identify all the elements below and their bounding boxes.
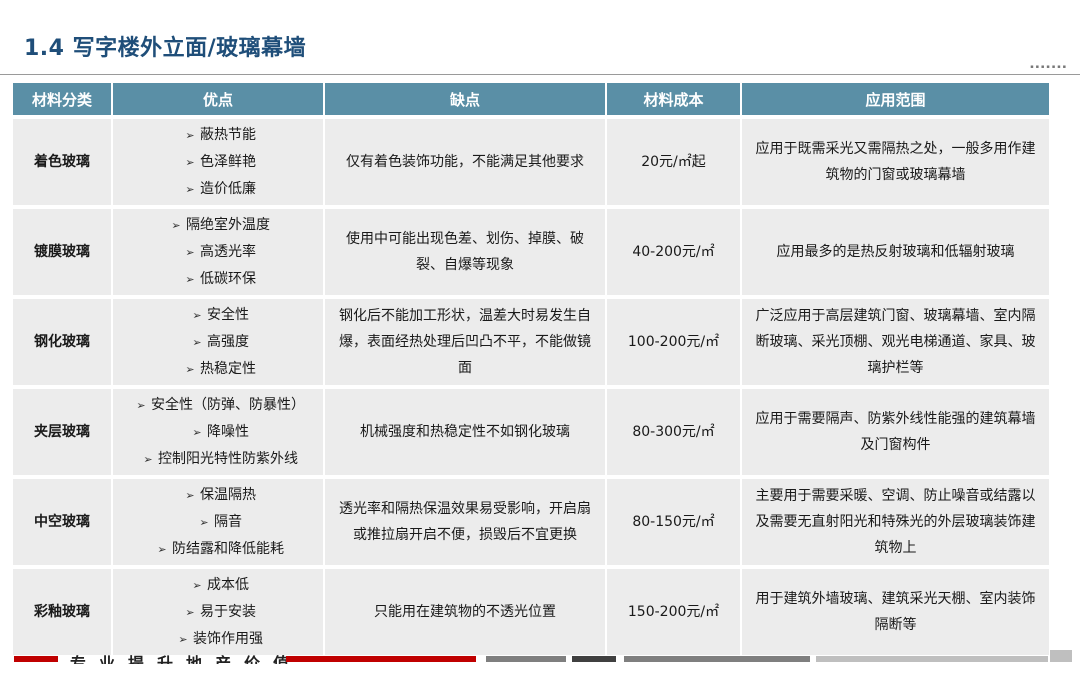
footer-gray-bar	[624, 656, 810, 662]
arrow-bullet-icon: ➢	[171, 218, 181, 232]
header-cost: 材料成本	[607, 83, 742, 115]
row-pros: ➢ 成本低 ➢ 易于安装 ➢ 装饰作用强	[113, 565, 325, 655]
pro-item: ➢ 蔽热节能	[123, 122, 313, 149]
footer-red-bar-left	[14, 656, 58, 662]
pro-item: ➢ 安全性（防弹、防暴性）	[123, 392, 313, 419]
pro-item: ➢ 高透光率	[123, 239, 313, 266]
arrow-bullet-icon: ➢	[185, 155, 195, 169]
page-title: 1.4 写字楼外立面/玻璃幕墙	[24, 36, 307, 61]
footer-red-bar	[286, 656, 476, 662]
arrow-bullet-icon: ➢	[143, 452, 153, 466]
row-cost: 150-200元/㎡	[607, 565, 742, 655]
header-cons: 缺点	[325, 83, 607, 115]
row-category: 钢化玻璃	[13, 295, 113, 385]
row-category: 镀膜玻璃	[13, 205, 113, 295]
pro-item: ➢ 高强度	[123, 329, 313, 356]
row-cost: 80-300元/㎡	[607, 385, 742, 475]
row-scope: 用于建筑外墙玻璃、建筑采光天棚、室内装饰隔断等	[742, 565, 1049, 655]
footer-gray-bar	[486, 656, 566, 662]
row-cost: 100-200元/㎡	[607, 295, 742, 385]
row-cons: 只能用在建筑物的不透光位置	[325, 565, 607, 655]
arrow-bullet-icon: ➢	[185, 488, 195, 502]
row-scope: 应用于既需采光又需隔热之处，一般多用作建筑物的门窗或玻璃幕墙	[742, 115, 1049, 205]
arrow-bullet-icon: ➢	[185, 245, 195, 259]
table-row: 着色玻璃 ➢ 蔽热节能 ➢ 色泽鲜艳 ➢ 造价低廉 仅有着色装饰功能，不能满足其他要求…	[13, 115, 1049, 205]
header-category: 材料分类	[13, 83, 113, 115]
pro-item: ➢ 低碳环保	[123, 266, 313, 293]
arrow-bullet-icon: ➢	[199, 515, 209, 529]
arrow-bullet-icon: ➢	[192, 425, 202, 439]
corner-watermark: ▪▪▪▪▪▪▪	[1030, 64, 1068, 70]
pro-item: ➢ 降噪性	[123, 419, 313, 446]
footer-light-bar	[816, 656, 1048, 662]
table-header-row: 材料分类 优点 缺点 材料成本 应用范围	[13, 83, 1049, 115]
pro-item: ➢ 成本低	[123, 572, 313, 599]
table-row: 彩釉玻璃 ➢ 成本低 ➢ 易于安装 ➢ 装饰作用强 只能用在建筑物的不透光位置 150…	[13, 565, 1049, 655]
table-row: 夹层玻璃 ➢ 安全性（防弹、防暴性） ➢ 降噪性 ➢ 控制阳光特性防紫外线 机械强度和…	[13, 385, 1049, 475]
arrow-bullet-icon: ➢	[192, 308, 202, 322]
row-cost: 80-150元/㎡	[607, 475, 742, 565]
row-category: 夹层玻璃	[13, 385, 113, 475]
pro-item: ➢ 隔绝室外温度	[123, 212, 313, 239]
arrow-bullet-icon: ➢	[185, 128, 195, 142]
row-cons: 钢化后不能加工形状，温差大时易发生自爆，表面经热处理后凹凸不平，不能做镜面	[325, 295, 607, 385]
pro-item: ➢ 色泽鲜艳	[123, 149, 313, 176]
header-pros: 优点	[113, 83, 325, 115]
table-row: 钢化玻璃 ➢ 安全性 ➢ 高强度 ➢ 热稳定性 钢化后不能加工形状，温差大时易发生自爆…	[13, 295, 1049, 385]
pro-item: ➢ 安全性	[123, 302, 313, 329]
pro-item: ➢ 控制阳光特性防紫外线	[123, 446, 313, 473]
arrow-bullet-icon: ➢	[185, 605, 195, 619]
row-cons: 透光率和隔热保温效果易受影响，开启扇或推拉扇开启不便，损毁后不宜更换	[325, 475, 607, 565]
arrow-bullet-icon: ➢	[185, 362, 195, 376]
pro-item: ➢ 热稳定性	[123, 356, 313, 383]
row-category: 彩釉玻璃	[13, 565, 113, 655]
row-category: 着色玻璃	[13, 115, 113, 205]
row-scope: 应用最多的是热反射玻璃和低辐射玻璃	[742, 205, 1049, 295]
row-cons: 机械强度和热稳定性不如钢化玻璃	[325, 385, 607, 475]
arrow-bullet-icon: ➢	[157, 542, 167, 556]
pro-item: ➢ 造价低廉	[123, 176, 313, 203]
footer-dark-bar	[572, 656, 616, 662]
row-pros: ➢ 隔绝室外温度 ➢ 高透光率 ➢ 低碳环保	[113, 205, 325, 295]
row-pros: ➢ 蔽热节能 ➢ 色泽鲜艳 ➢ 造价低廉	[113, 115, 325, 205]
arrow-bullet-icon: ➢	[192, 578, 202, 592]
row-category: 中空玻璃	[13, 475, 113, 565]
table-row: 中空玻璃 ➢ 保温隔热 ➢ 隔音 ➢ 防结露和降低能耗 透光率和隔热保温效果易受影响，…	[13, 475, 1049, 565]
row-scope: 广泛应用于高层建筑门窗、玻璃幕墙、室内隔断玻璃、采光顶棚、观光电梯通道、家具、玻…	[742, 295, 1049, 385]
row-cons: 仅有着色装饰功能，不能满足其他要求	[325, 115, 607, 205]
row-scope: 应用于需要隔声、防紫外线性能强的建筑幕墙及门窗构件	[742, 385, 1049, 475]
header-scope: 应用范围	[742, 83, 1049, 115]
row-pros: ➢ 保温隔热 ➢ 隔音 ➢ 防结露和降低能耗	[113, 475, 325, 565]
arrow-bullet-icon: ➢	[185, 182, 195, 196]
pro-item: ➢ 保温隔热	[123, 482, 313, 509]
title-divider	[0, 74, 1080, 75]
row-cost: 20元/㎡起	[607, 115, 742, 205]
arrow-bullet-icon: ➢	[192, 335, 202, 349]
row-scope: 主要用于需要采暖、空调、防止噪音或结露以及需要无直射阳光和特殊光的外层玻璃装饰建…	[742, 475, 1049, 565]
row-pros: ➢ 安全性 ➢ 高强度 ➢ 热稳定性	[113, 295, 325, 385]
arrow-bullet-icon: ➢	[185, 272, 195, 286]
row-cost: 40-200元/㎡	[607, 205, 742, 295]
footer-slogan: 专业提升地产价值	[70, 654, 303, 664]
row-cons: 使用中可能出现色差、划伤、掉膜、破裂、自爆等现象	[325, 205, 607, 295]
pro-item: ➢ 隔音	[123, 509, 313, 536]
row-pros: ➢ 安全性（防弹、防暴性） ➢ 降噪性 ➢ 控制阳光特性防紫外线	[113, 385, 325, 475]
table-row: 镀膜玻璃 ➢ 隔绝室外温度 ➢ 高透光率 ➢ 低碳环保 使用中可能出现色差、划伤、掉膜…	[13, 205, 1049, 295]
arrow-bullet-icon: ➢	[136, 398, 146, 412]
pro-item: ➢ 易于安装	[123, 599, 313, 626]
pro-item: ➢ 防结露和降低能耗	[123, 536, 313, 563]
footer-bar: 专业提升地产价值	[0, 648, 1080, 674]
glass-material-table: 材料分类 优点 缺点 材料成本 应用范围 着色玻璃 ➢ 蔽热节能 ➢ 色泽鲜艳 ➢ 造…	[13, 83, 1049, 655]
footer-light-block	[1050, 650, 1072, 662]
